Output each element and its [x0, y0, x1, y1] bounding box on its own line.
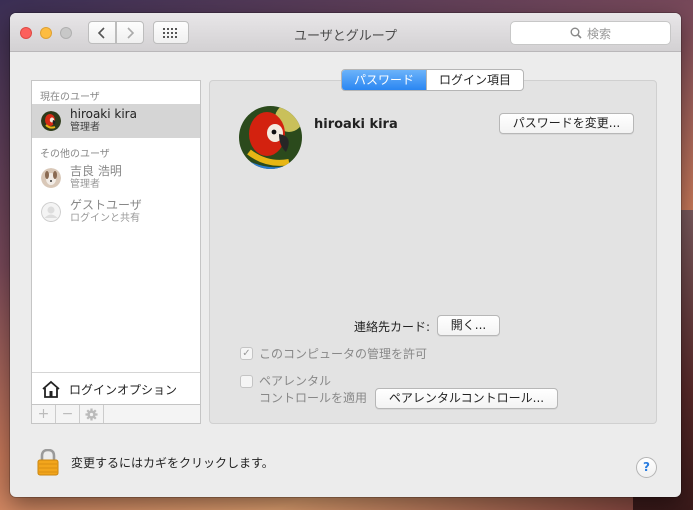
preferences-window: ユーザとグループ 検索 現在のユーザ hiroaki kira 管理者 その他の… — [10, 13, 681, 497]
help-button[interactable]: ? — [636, 457, 657, 478]
admin-checkbox-label: このコンピュータの管理を許可 — [259, 347, 428, 361]
guest-user-name: ゲストユーザ — [70, 198, 142, 212]
current-user-role: 管理者 — [70, 122, 100, 133]
current-user-name: hiroaki kira — [70, 107, 137, 121]
parental-checkbox[interactable] — [240, 375, 253, 388]
search-field[interactable]: 検索 — [510, 21, 671, 45]
current-users-header: 現在のユーザ — [40, 92, 100, 103]
user-picture[interactable] — [239, 106, 302, 169]
admin-checkbox-row[interactable]: ✓ このコンピュータの管理を許可 — [240, 345, 427, 362]
parental-checkbox-row[interactable]: ペアレンタル コントロールを適用 — [240, 373, 367, 407]
parental-label-line1: ペアレンタル — [259, 374, 332, 388]
tab-login-items[interactable]: ログイン項目 — [426, 70, 523, 90]
user-row-guest[interactable]: ゲストユーザ ログインと共有 — [32, 195, 200, 229]
other-user-name: 吉良 浩明 — [70, 164, 122, 178]
user-row-other[interactable]: 吉良 浩明 管理者 — [32, 161, 200, 195]
padlock-icon[interactable] — [37, 449, 59, 476]
lock-area: 変更するにはカギをクリックします。 — [37, 449, 274, 476]
titlebar: ユーザとグループ 検索 — [10, 13, 681, 52]
guest-user-role: ログインと共有 — [70, 213, 140, 224]
login-options-item[interactable]: ログインオプション — [32, 372, 200, 405]
dog-avatar-icon — [41, 168, 61, 188]
lock-message: 変更するにはカギをクリックします。 — [71, 456, 274, 470]
other-users-header: その他のユーザ — [40, 149, 110, 160]
search-placeholder: 検索 — [586, 26, 611, 41]
parental-controls-button[interactable]: ペアレンタルコントロール... — [375, 388, 558, 409]
login-options-label: ログインオプション — [69, 382, 178, 397]
add-user-button[interactable]: + — [32, 405, 56, 423]
open-contact-button[interactable]: 開く... — [437, 315, 500, 336]
tab-bar: パスワード ログイン項目 — [341, 69, 525, 91]
admin-checkbox[interactable]: ✓ — [240, 347, 253, 360]
contact-card-label: 連絡先カード: — [354, 320, 431, 334]
action-menu-button[interactable] — [80, 405, 104, 423]
tab-password[interactable]: パスワード — [342, 70, 427, 90]
user-full-name: hiroaki kira — [314, 117, 398, 132]
sidebar-toolbar: + − — [32, 404, 200, 423]
guest-avatar-icon — [41, 202, 61, 222]
search-icon — [570, 27, 582, 39]
parrot-avatar-icon — [41, 111, 61, 131]
house-icon — [42, 380, 60, 398]
gear-icon — [85, 407, 98, 421]
change-password-button[interactable]: パスワードを変更... — [499, 113, 634, 134]
user-row-current[interactable]: hiroaki kira 管理者 — [32, 104, 200, 138]
parental-label-line2: コントロールを適用 — [259, 391, 368, 405]
other-user-role: 管理者 — [70, 179, 100, 190]
remove-user-button[interactable]: − — [56, 405, 80, 423]
user-list-sidebar: 現在のユーザ hiroaki kira 管理者 その他のユーザ 吉良 浩明 管理… — [31, 80, 201, 424]
